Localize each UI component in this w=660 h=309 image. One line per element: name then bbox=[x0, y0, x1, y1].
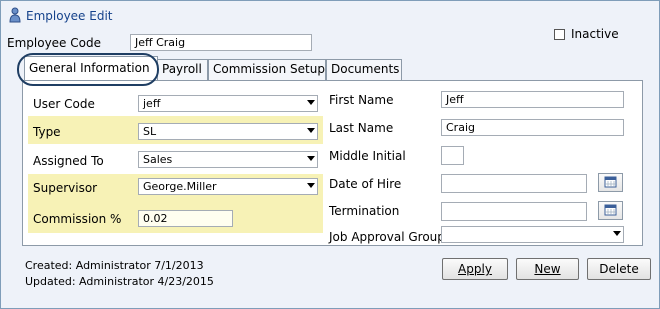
last-name-field[interactable]: Craig bbox=[441, 119, 624, 136]
apply-button[interactable]: Apply bbox=[442, 258, 508, 280]
calendar-icon bbox=[604, 204, 617, 216]
user-icon bbox=[9, 7, 21, 23]
employee-code-field[interactable]: Jeff Craig bbox=[130, 34, 312, 51]
commission-label: Commission % bbox=[33, 212, 122, 226]
employee-edit-window: Employee Edit Employee Code Jeff Craig I… bbox=[0, 0, 660, 309]
delete-button-label: Delete bbox=[599, 262, 639, 276]
chevron-down-icon bbox=[307, 100, 315, 105]
tab-documents[interactable]: Documents bbox=[326, 59, 402, 80]
assigned-to-label: Assigned To bbox=[33, 154, 104, 168]
assigned-to-select[interactable]: Sales bbox=[138, 151, 318, 168]
type-select[interactable]: SL bbox=[138, 123, 318, 140]
chevron-down-icon bbox=[307, 183, 315, 188]
inactive-label: Inactive bbox=[571, 27, 619, 41]
tab-payroll[interactable]: Payroll bbox=[157, 59, 208, 80]
user-code-value: jeff bbox=[143, 97, 161, 110]
chevron-down-icon bbox=[307, 128, 315, 133]
last-name-label: Last Name bbox=[329, 121, 394, 135]
calendar-icon bbox=[604, 176, 617, 188]
termination-field[interactable] bbox=[441, 202, 587, 221]
annotation-oval bbox=[17, 53, 159, 86]
chevron-down-icon bbox=[613, 231, 621, 236]
date-of-hire-calendar-button[interactable] bbox=[598, 173, 623, 192]
middle-initial-label: Middle Initial bbox=[329, 149, 406, 163]
employee-code-label: Employee Code bbox=[7, 36, 101, 50]
user-code-select[interactable]: jeff bbox=[138, 95, 318, 112]
job-approval-group-select[interactable] bbox=[441, 226, 624, 243]
type-label: Type bbox=[33, 125, 61, 139]
type-value: SL bbox=[143, 125, 157, 138]
apply-button-label: Apply bbox=[458, 262, 492, 276]
supervisor-select[interactable]: George.Miller bbox=[138, 178, 318, 195]
chevron-down-icon bbox=[307, 156, 315, 161]
new-button-label: New bbox=[534, 262, 561, 276]
user-code-label: User Code bbox=[33, 97, 95, 111]
supervisor-label: Supervisor bbox=[33, 181, 98, 195]
job-approval-group-label: Job Approval Group bbox=[329, 230, 445, 244]
first-name-field[interactable]: Jeff bbox=[441, 91, 624, 108]
new-button[interactable]: New bbox=[516, 258, 579, 280]
assigned-to-value: Sales bbox=[143, 153, 173, 166]
updated-info: Updated: Administrator 4/23/2015 bbox=[25, 275, 214, 288]
commission-field[interactable]: 0.02 bbox=[138, 210, 233, 227]
created-info: Created: Administrator 7/1/2013 bbox=[25, 259, 204, 272]
delete-button[interactable]: Delete bbox=[587, 258, 651, 280]
termination-label: Termination bbox=[329, 204, 400, 218]
supervisor-value: George.Miller bbox=[143, 180, 217, 193]
tab-commission-setup[interactable]: Commission Setup bbox=[208, 59, 326, 80]
date-of-hire-field[interactable] bbox=[441, 174, 587, 193]
window-title: Employee Edit bbox=[26, 9, 113, 23]
termination-calendar-button[interactable] bbox=[598, 201, 623, 220]
inactive-checkbox[interactable] bbox=[554, 29, 565, 40]
middle-initial-field[interactable] bbox=[441, 146, 464, 165]
first-name-label: First Name bbox=[329, 93, 394, 107]
date-of-hire-label: Date of Hire bbox=[329, 177, 402, 191]
